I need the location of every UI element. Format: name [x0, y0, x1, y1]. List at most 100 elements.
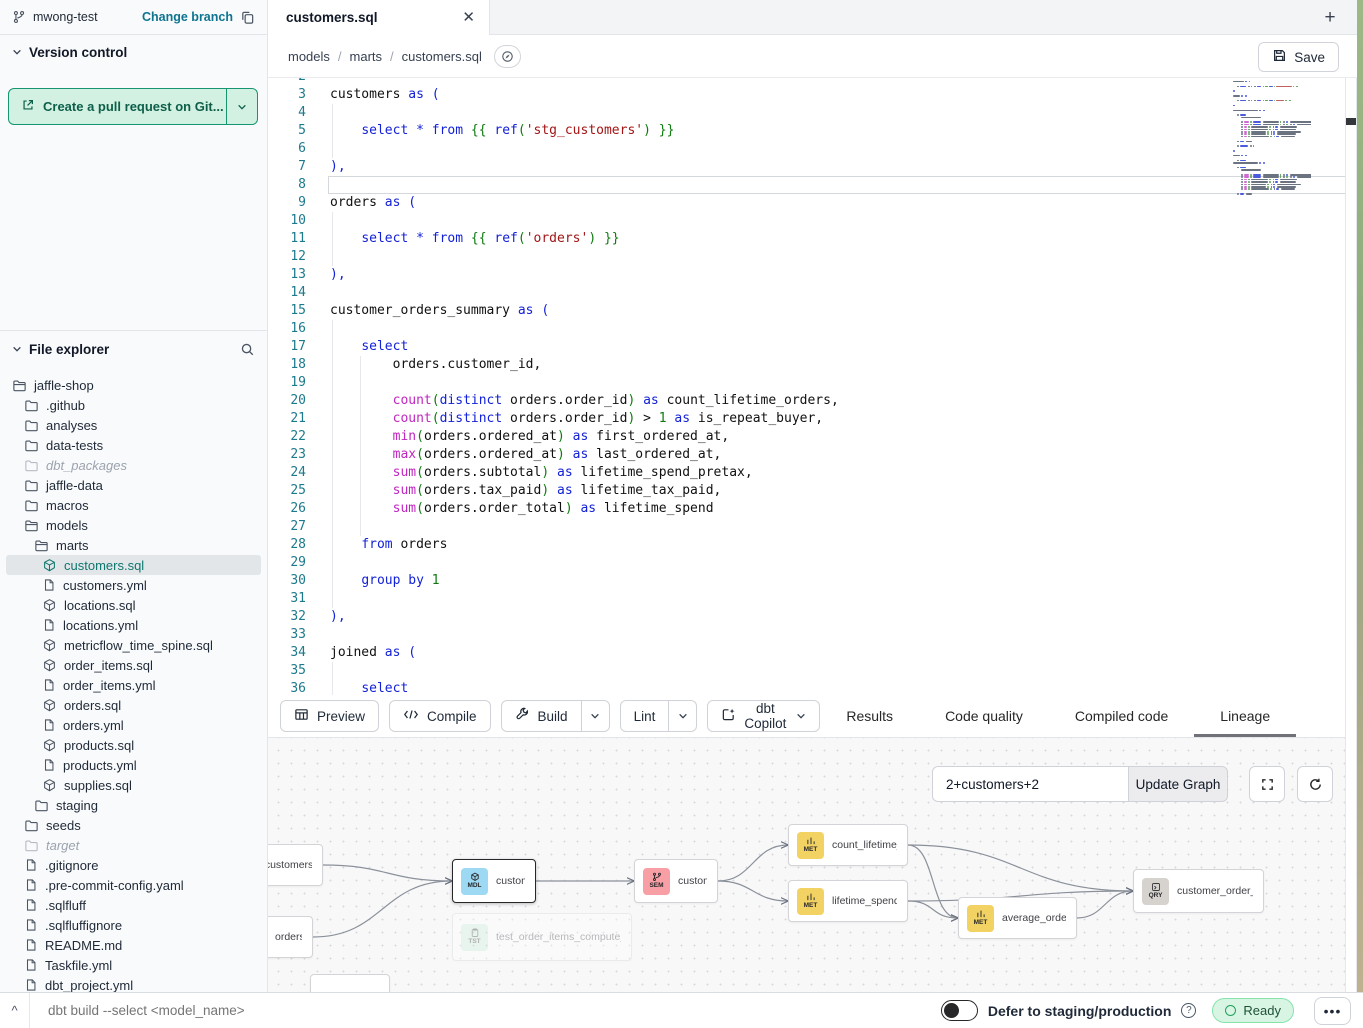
code-line-13[interactable]: 13),: [268, 266, 1345, 284]
tab-lineage[interactable]: Lineage: [1194, 695, 1296, 737]
build-dropdown[interactable]: [581, 701, 609, 731]
tree-item-jaffle-shop[interactable]: jaffle-shop: [6, 375, 261, 395]
tree-item-macros[interactable]: macros: [6, 495, 261, 515]
defer-toggle[interactable]: [941, 1000, 978, 1021]
new-tab-button[interactable]: +: [1317, 5, 1343, 31]
code-line-5[interactable]: 5 select * from {{ ref('stg_customers') …: [268, 122, 1345, 140]
tree-item-order-items-sql[interactable]: order_items.sql: [6, 655, 261, 675]
lineage-node-lifetime-spend-pretax[interactable]: METlifetime_spend_pretax: [788, 880, 908, 922]
code-line-17[interactable]: 17 select: [268, 338, 1345, 356]
tree-item--pre-commit-config-yaml[interactable]: .pre-commit-config.yaml: [6, 875, 261, 895]
save-button[interactable]: Save: [1258, 42, 1339, 72]
code-line-7[interactable]: 7),: [268, 158, 1345, 176]
code-line-15[interactable]: 15customer_orders_summary as (: [268, 302, 1345, 320]
lineage-node-test-bools[interactable]: TSTtest_order_items_compute_to_bools...: [452, 913, 632, 961]
tree-item-marts[interactable]: marts: [6, 535, 261, 555]
tree-item--github[interactable]: .github: [6, 395, 261, 415]
create-pull-request-button[interactable]: Create a pull request on Git...: [8, 88, 258, 125]
tree-item-products-yml[interactable]: products.yml: [6, 755, 261, 775]
build-button[interactable]: Build: [501, 700, 610, 732]
breadcrumb-marts[interactable]: marts: [350, 49, 383, 64]
code-line-20[interactable]: 20 count(distinct orders.order_id) as co…: [268, 392, 1345, 410]
lineage-node-stg-customers[interactable]: MDLstg_customers: [268, 844, 323, 886]
more-options-button[interactable]: •••: [1314, 997, 1351, 1025]
refresh-button[interactable]: [1297, 766, 1333, 802]
close-icon[interactable]: ✕: [462, 10, 475, 25]
tree-item-customers-sql[interactable]: customers.sql: [6, 555, 261, 575]
minimap[interactable]: [1233, 78, 1311, 198]
tree-item-readme-md[interactable]: README.md: [6, 935, 261, 955]
code-line-24[interactable]: 24 sum(orders.subtotal) as lifetime_spen…: [268, 464, 1345, 482]
code-line-34[interactable]: 34joined as (: [268, 644, 1345, 662]
lineage-panel[interactable]: MDLstg_customersMDLordersMDLcustomersTST…: [268, 738, 1345, 992]
tree-item--sqlfluff[interactable]: .sqlfluff: [6, 895, 261, 915]
code-line-3[interactable]: 3customers as (: [268, 86, 1345, 104]
tab-code-quality[interactable]: Code quality: [919, 695, 1049, 737]
compile-button[interactable]: Compile: [389, 700, 491, 732]
pr-button-dropdown[interactable]: [226, 89, 257, 124]
lineage-node-average-order-value[interactable]: METaverage_order_value: [958, 897, 1077, 939]
fullscreen-button[interactable]: [1249, 766, 1285, 802]
update-graph-button[interactable]: Update Graph: [1128, 766, 1228, 802]
code-line-30[interactable]: 30 group by 1: [268, 572, 1345, 590]
tree-item-products-sql[interactable]: products.sql: [6, 735, 261, 755]
tree-item--sqlfluffignore[interactable]: .sqlfluffignore: [6, 915, 261, 935]
tree-item-order-items-yml[interactable]: order_items.yml: [6, 675, 261, 695]
compass-icon[interactable]: [494, 45, 521, 68]
code-line-23[interactable]: 23 max(orders.ordered_at) as last_ordere…: [268, 446, 1345, 464]
code-line-11[interactable]: 11 select * from {{ ref('orders') }}: [268, 230, 1345, 248]
lint-dropdown[interactable]: [668, 701, 696, 731]
copy-icon[interactable]: [240, 10, 255, 25]
code-line-18[interactable]: 18 orders.customer_id,: [268, 356, 1345, 374]
code-line-4[interactable]: 4: [268, 104, 1345, 122]
code-line-32[interactable]: 32),: [268, 608, 1345, 626]
help-icon[interactable]: ?: [1181, 1003, 1196, 1018]
tab-compiled-code[interactable]: Compiled code: [1049, 695, 1194, 737]
code-line-28[interactable]: 28 from orders: [268, 536, 1345, 554]
code-line-35[interactable]: 35: [268, 662, 1345, 680]
code-line-31[interactable]: 31: [268, 590, 1345, 608]
code-line-14[interactable]: 14: [268, 284, 1345, 302]
tree-item-staging[interactable]: staging: [6, 795, 261, 815]
tree-item-orders-yml[interactable]: orders.yml: [6, 715, 261, 735]
code-editor[interactable]: 23customers as (45 select * from {{ ref(…: [268, 78, 1345, 695]
code-line-26[interactable]: 26 sum(orders.order_total) as lifetime_s…: [268, 500, 1345, 518]
tree-item-analyses[interactable]: analyses: [6, 415, 261, 435]
tree-item-locations-yml[interactable]: locations.yml: [6, 615, 261, 635]
tree-item-metricflow-time-spine-sql[interactable]: metricflow_time_spine.sql: [6, 635, 261, 655]
scrollbar-thumb[interactable]: [1346, 118, 1356, 125]
tree-item-dbt-packages[interactable]: dbt_packages: [6, 455, 261, 475]
tree-item-target[interactable]: target: [6, 835, 261, 855]
code-line-9[interactable]: 9orders as (: [268, 194, 1345, 212]
lineage-node-customers-sem[interactable]: SEMcustomers: [634, 859, 718, 903]
tree-item-jaffle-data[interactable]: jaffle-data: [6, 475, 261, 495]
code-line-2[interactable]: 2: [268, 78, 1345, 86]
tree-item-customers-yml[interactable]: customers.yml: [6, 575, 261, 595]
dbt-copilot-button[interactable]: dbt Copilot: [707, 700, 820, 732]
tree-item-taskfile-yml[interactable]: Taskfile.yml: [6, 955, 261, 975]
tree-item--gitignore[interactable]: .gitignore: [6, 855, 261, 875]
code-line-19[interactable]: 19: [268, 374, 1345, 392]
lineage-node-count-lifetime-orders[interactable]: METcount_lifetime_orders: [788, 824, 908, 866]
code-line-22[interactable]: 22 min(orders.ordered_at) as first_order…: [268, 428, 1345, 446]
code-line-10[interactable]: 10: [268, 212, 1345, 230]
tab-customers-sql[interactable]: customers.sql ✕: [268, 0, 490, 35]
code-line-25[interactable]: 25 sum(orders.tax_paid) as lifetime_tax_…: [268, 482, 1345, 500]
code-line-27[interactable]: 27: [268, 518, 1345, 536]
preview-button[interactable]: Preview: [280, 700, 379, 732]
tree-item-models[interactable]: models: [6, 515, 261, 535]
dbt-command-input[interactable]: [30, 993, 941, 1028]
code-line-33[interactable]: 33: [268, 626, 1345, 644]
code-line-21[interactable]: 21 count(distinct orders.order_id) > 1 a…: [268, 410, 1345, 428]
lineage-node-customer-order-metrics[interactable]: QRYcustomer_order_metrics: [1133, 869, 1264, 913]
tab-results[interactable]: Results: [820, 695, 919, 737]
file-explorer-header[interactable]: File explorer: [0, 335, 267, 363]
code-line-12[interactable]: 12: [268, 248, 1345, 266]
code-line-6[interactable]: 6: [268, 140, 1345, 158]
change-branch-link[interactable]: Change branch: [142, 10, 233, 24]
search-icon[interactable]: [240, 342, 255, 357]
tree-item-supplies-sql[interactable]: supplies.sql: [6, 775, 261, 795]
lineage-selector-input[interactable]: [932, 766, 1128, 802]
lint-button[interactable]: Lint: [620, 700, 698, 732]
tree-item-locations-sql[interactable]: locations.sql: [6, 595, 261, 615]
